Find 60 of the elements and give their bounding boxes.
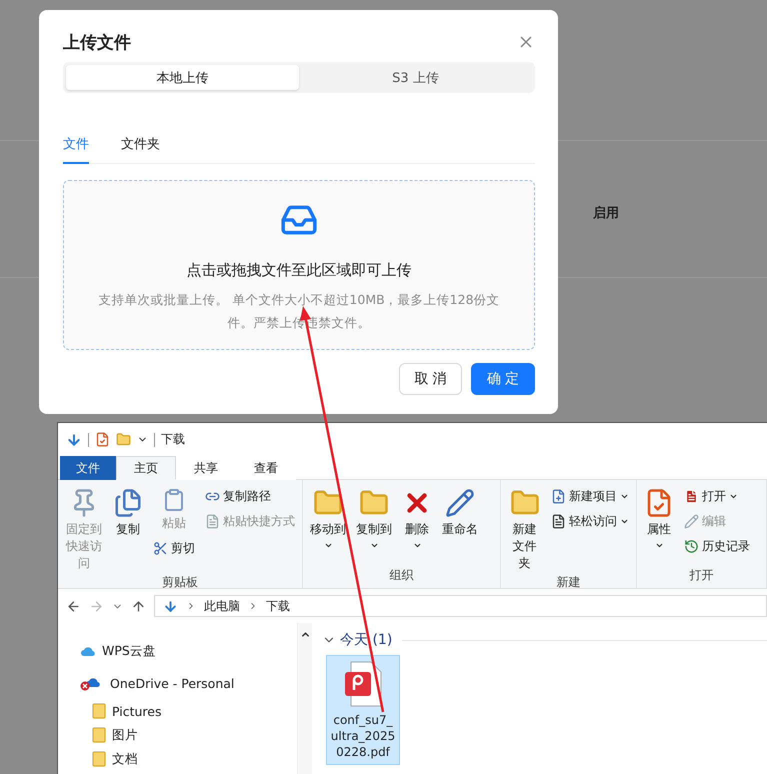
file-icon bbox=[551, 514, 566, 529]
up-icon bbox=[131, 598, 146, 614]
folder-icon bbox=[116, 432, 131, 447]
scissors-icon bbox=[153, 541, 168, 556]
group-label: 组织 bbox=[388, 567, 414, 584]
dropzone-title: 点击或拖拽文件至此区域即可上传 bbox=[186, 261, 412, 280]
file-item[interactable]: conf_su7_ultra_20250228.pdf bbox=[326, 655, 400, 765]
ribbon-command[interactable]: 历史记录 bbox=[681, 536, 753, 557]
tab[interactable]: 文件 bbox=[63, 125, 89, 164]
group-label: 剪贴板 bbox=[161, 574, 199, 591]
ribbon-command[interactable]: 轻松访问 bbox=[548, 511, 632, 532]
ribbon-command[interactable]: 新建项目 bbox=[548, 486, 632, 507]
cloud-icon bbox=[80, 645, 96, 657]
navigation-item[interactable]: 文档 bbox=[112, 750, 138, 768]
ribbon-command[interactable]: 移动到 bbox=[307, 486, 349, 552]
folder-icon bbox=[92, 727, 106, 743]
ribbon-command[interactable]: 删除 bbox=[399, 486, 435, 552]
ribbon-command[interactable]: 复制到 bbox=[353, 486, 395, 552]
source-tab[interactable]: 本地上传 bbox=[66, 65, 299, 90]
copy-icon bbox=[113, 488, 143, 518]
navigation-item[interactable]: WPS云盘 bbox=[102, 642, 156, 660]
edit-icon bbox=[684, 514, 699, 529]
pdf-file-icon bbox=[343, 660, 383, 708]
breadcrumb[interactable]: 下载 bbox=[266, 598, 290, 614]
back-icon bbox=[66, 598, 81, 614]
ribbon-command[interactable]: 复制 bbox=[110, 486, 146, 540]
folder-icon bbox=[92, 703, 106, 719]
ribbon-command[interactable]: 新建文件夹 bbox=[505, 486, 544, 574]
shortcut-icon bbox=[205, 514, 220, 529]
navigation-item[interactable]: OneDrive - Personal bbox=[110, 676, 234, 690]
ribbon-command[interactable]: 打开 bbox=[681, 486, 753, 507]
dialog-title: 上传文件 bbox=[63, 32, 131, 54]
clipboard-icon bbox=[162, 488, 186, 512]
history-icon bbox=[684, 539, 699, 554]
check-document-icon bbox=[95, 432, 110, 447]
ribbon-command[interactable]: 复制路径 bbox=[202, 486, 298, 507]
ribbon-tab[interactable]: 文件 bbox=[60, 456, 116, 480]
navigation-item[interactable]: Pictures bbox=[112, 704, 162, 718]
group-heading[interactable]: 今天 (1) bbox=[340, 631, 392, 649]
document-icon bbox=[684, 489, 699, 504]
breadcrumb[interactable]: 此电脑 bbox=[204, 598, 240, 614]
group-label: 新建 bbox=[556, 574, 582, 591]
folder-icon bbox=[92, 751, 106, 767]
forward-icon bbox=[89, 598, 104, 614]
cancel-button[interactable]: 取 消 bbox=[399, 363, 462, 395]
window-title: 下载 bbox=[161, 431, 185, 448]
ribbon-tab[interactable]: 主页 bbox=[116, 456, 176, 480]
source-tab[interactable]: S3 上传 bbox=[299, 65, 532, 90]
group-label: 打开 bbox=[688, 567, 714, 584]
ribbon-command[interactable]: 重命名 bbox=[439, 486, 481, 540]
rename-icon bbox=[445, 488, 475, 518]
address-bar[interactable]: 此电脑 下载 bbox=[154, 595, 767, 617]
ribbon-command[interactable]: 剪切 bbox=[150, 538, 198, 559]
column-header: 启用 bbox=[593, 204, 619, 222]
new-file-icon bbox=[551, 489, 566, 504]
tab[interactable]: 文件夹 bbox=[121, 125, 160, 164]
ribbon-command[interactable]: 属性 bbox=[641, 486, 677, 552]
confirm-button[interactable]: 确 定 bbox=[471, 363, 535, 395]
navigation-item[interactable]: 图片 bbox=[112, 726, 138, 744]
down-arrow-icon bbox=[66, 432, 82, 448]
